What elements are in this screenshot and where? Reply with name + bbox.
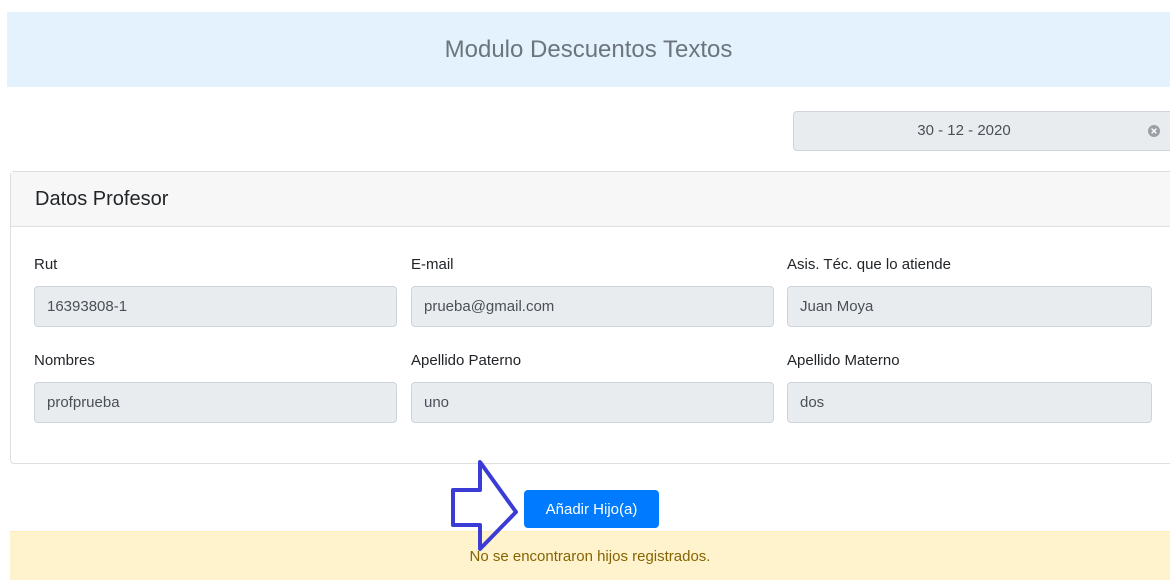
technical-assistant-label: Asis. Téc. que lo atiende [787,256,951,273]
email-label: E-mail [411,256,454,273]
page-header: Modulo Descuentos Textos [7,12,1170,87]
no-children-alert: No se encontraron hijos registrados. [10,531,1170,580]
annotation-arrow-icon [451,460,518,551]
maternal-surname-label: Apellido Materno [787,352,900,369]
rut-label: Rut [34,256,58,273]
page-title: Modulo Descuentos Textos [444,35,733,63]
names-label: Nombres [34,352,95,369]
technical-assistant-field[interactable]: Juan Moya [787,286,1152,327]
card-header: Datos Profesor [11,172,1170,227]
date-filter-value: 30 - 12 - 2020 [917,122,1011,139]
paternal-surname-label: Apellido Paterno [411,352,522,369]
rut-field[interactable]: 16393808-1 [34,286,397,327]
paternal-surname-field[interactable]: uno [411,382,774,423]
names-field[interactable]: profprueba [34,382,397,423]
email-field[interactable]: prueba@gmail.com [411,286,774,327]
add-child-button[interactable]: Añadir Hijo(a) [524,490,659,528]
date-filter[interactable]: 30 - 12 - 2020 [793,111,1170,151]
clear-circle-icon[interactable] [1148,125,1160,137]
maternal-surname-field[interactable]: dos [787,382,1152,423]
card-title: Datos Profesor [35,187,169,210]
